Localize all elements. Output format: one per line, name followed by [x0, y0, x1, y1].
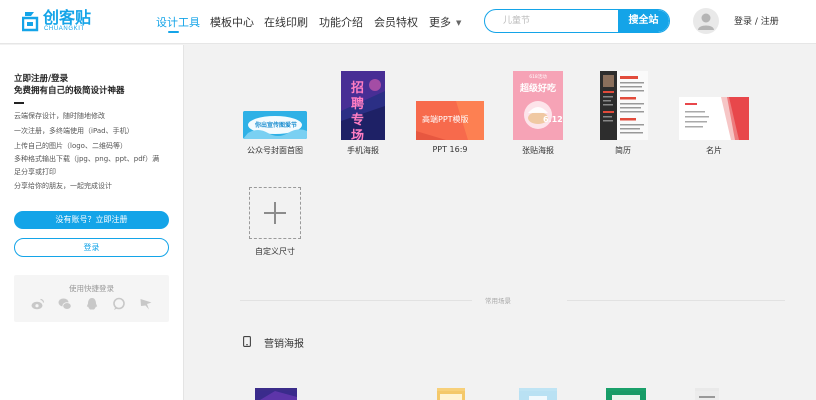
template-card-business-card[interactable]: 名片 — [679, 97, 749, 161]
template-label: 公众号封面首图 — [247, 146, 303, 155]
register-button[interactable]: 没有账号？立即注册 — [14, 211, 169, 229]
section-divider-label: 常用场景 — [485, 297, 511, 305]
divider — [240, 300, 472, 301]
nav-item-online-print[interactable]: 在线印刷 — [264, 14, 308, 30]
template-thumbnail: 618活动 超级好吃 6.12 — [513, 71, 563, 140]
weibo-icon[interactable] — [31, 297, 45, 311]
custom-size-box — [249, 187, 301, 239]
feature-item: 上传自己的图片（logo、二维码等） — [14, 142, 127, 150]
feature-item: 一次注册，多终端使用（iPad、手机） — [14, 127, 134, 135]
wechat-icon[interactable] — [58, 297, 72, 311]
avatar[interactable] — [693, 8, 719, 34]
poster-thumb-art — [606, 391, 646, 400]
nav-label: 设计工具 — [156, 16, 200, 29]
template-card-ppt[interactable]: 高端PPT模版 PPT 16:9 — [415, 101, 485, 161]
search-box: 搜全站 — [484, 9, 670, 33]
nav-label: 在线印刷 — [264, 16, 308, 29]
template-label: 简历 — [615, 146, 631, 155]
template-label: PPT 16:9 — [432, 145, 468, 154]
template-label: 名片 — [706, 146, 722, 155]
feature-item: 云端保存设计，随时随地修改 — [14, 112, 105, 120]
plus-icon — [264, 202, 286, 224]
thumb-text: 你出宣传图爱节 — [255, 122, 298, 129]
main-content: 你出宣传图爱节 公众号封面首图 招聘专场 手机海报 高端PPT模版 PPT 16 — [185, 45, 816, 400]
template-card-print-poster[interactable]: 618活动 超级好吃 6.12 张贴海报 — [510, 71, 566, 161]
logo-mark-icon — [22, 12, 39, 32]
thumb-text: 招聘专场 — [351, 81, 365, 140]
top-header: 创客贴 CHUANGKIT 设计工具 模板中心 在线印刷 功能介绍 会员特权 更… — [0, 0, 816, 44]
template-thumbnail[interactable] — [519, 388, 557, 400]
template-thumbnail — [679, 97, 749, 140]
login-button[interactable]: 登录 — [14, 238, 169, 257]
template-thumbnail: 高端PPT模版 — [416, 101, 484, 140]
custom-size-card[interactable]: 自定义尺寸 — [245, 186, 305, 258]
feature-item: 足分享或打印 — [14, 168, 56, 176]
template-card-resume[interactable]: 简历 — [595, 71, 651, 161]
nav-item-features[interactable]: 功能介绍 — [319, 14, 363, 30]
login-register-link[interactable]: 登录 / 注册 — [734, 14, 779, 27]
nav-label: 模板中心 — [210, 16, 254, 29]
left-panel: 立即注册/登录 免费拥有自己的极简设计神器 云端保存设计，随时随地修改 一次注册… — [0, 45, 184, 400]
quick-login-icons — [31, 297, 156, 313]
divider — [14, 102, 24, 104]
template-label: 手机海报 — [347, 146, 379, 155]
template-thumbnail[interactable] — [606, 388, 646, 400]
nav-label: 会员特权 — [374, 16, 418, 29]
search-input[interactable] — [485, 10, 619, 32]
panel-title: 立即注册/登录 — [14, 74, 69, 84]
nav-label: 更多 — [429, 16, 451, 29]
poster-thumb-art — [695, 391, 719, 400]
template-card-wechat-cover[interactable]: 你出宣传图爱节 公众号封面首图 — [240, 111, 310, 161]
poster-thumb-art — [437, 391, 465, 400]
template-thumbnail[interactable] — [437, 388, 465, 400]
divider — [567, 300, 785, 301]
nav-item-membership[interactable]: 会员特权 — [374, 14, 418, 30]
thumb-date: 6.12 — [543, 115, 563, 124]
poster-thumb-art — [255, 391, 297, 400]
poster-thumb-art — [519, 391, 557, 400]
user-icon — [698, 13, 714, 30]
chat-bubble-icon[interactable] — [112, 297, 126, 311]
nav-item-design-tools[interactable]: 设计工具 — [156, 14, 200, 30]
nav-label: 功能介绍 — [319, 16, 363, 29]
logo-subtext: CHUANGKIT — [44, 26, 85, 32]
quick-login-box: 使用快捷登录 — [14, 275, 169, 322]
thumb-subtext: 618活动 — [529, 75, 547, 80]
section-title: 营销海报 — [264, 339, 304, 350]
quick-login-title: 使用快捷登录 — [69, 284, 114, 293]
feature-item: 多种格式输出下载（jpg、png、ppt、pdf）满 — [14, 155, 160, 163]
nav-item-more[interactable]: 更多 ▼ — [429, 14, 461, 30]
feature-item: 分享给你的朋友，一起完成设计 — [14, 182, 112, 190]
nav-item-template-center[interactable]: 模板中心 — [210, 14, 254, 30]
template-card-mobile-poster[interactable]: 招聘专场 手机海报 — [335, 71, 391, 161]
resume-thumb-art — [600, 71, 648, 140]
search-button[interactable]: 搜全站 — [618, 10, 669, 32]
caret-down-icon: ▼ — [456, 19, 462, 27]
logo[interactable]: 创客贴 CHUANGKIT — [22, 9, 118, 35]
phone-icon — [243, 336, 251, 347]
nav-active-indicator — [168, 31, 179, 33]
template-thumbnail — [600, 71, 648, 140]
template-thumbnail[interactable] — [255, 388, 297, 400]
qq-icon[interactable] — [85, 297, 99, 311]
business-card-thumb-art — [679, 97, 749, 140]
template-label: 自定义尺寸 — [255, 247, 295, 256]
logo-name: 创客贴 — [43, 8, 92, 27]
template-label: 张贴海报 — [522, 146, 554, 155]
template-thumbnail: 招聘专场 — [341, 71, 385, 140]
dingtalk-icon[interactable] — [139, 297, 153, 311]
template-thumbnail[interactable] — [695, 388, 719, 400]
template-thumbnail: 你出宣传图爱节 — [243, 111, 307, 139]
thumb-text: 高端PPT模版 — [422, 115, 469, 124]
thumb-text: 超级好吃 — [519, 84, 556, 94]
panel-subtitle: 免费拥有自己的极简设计神器 — [14, 86, 125, 96]
